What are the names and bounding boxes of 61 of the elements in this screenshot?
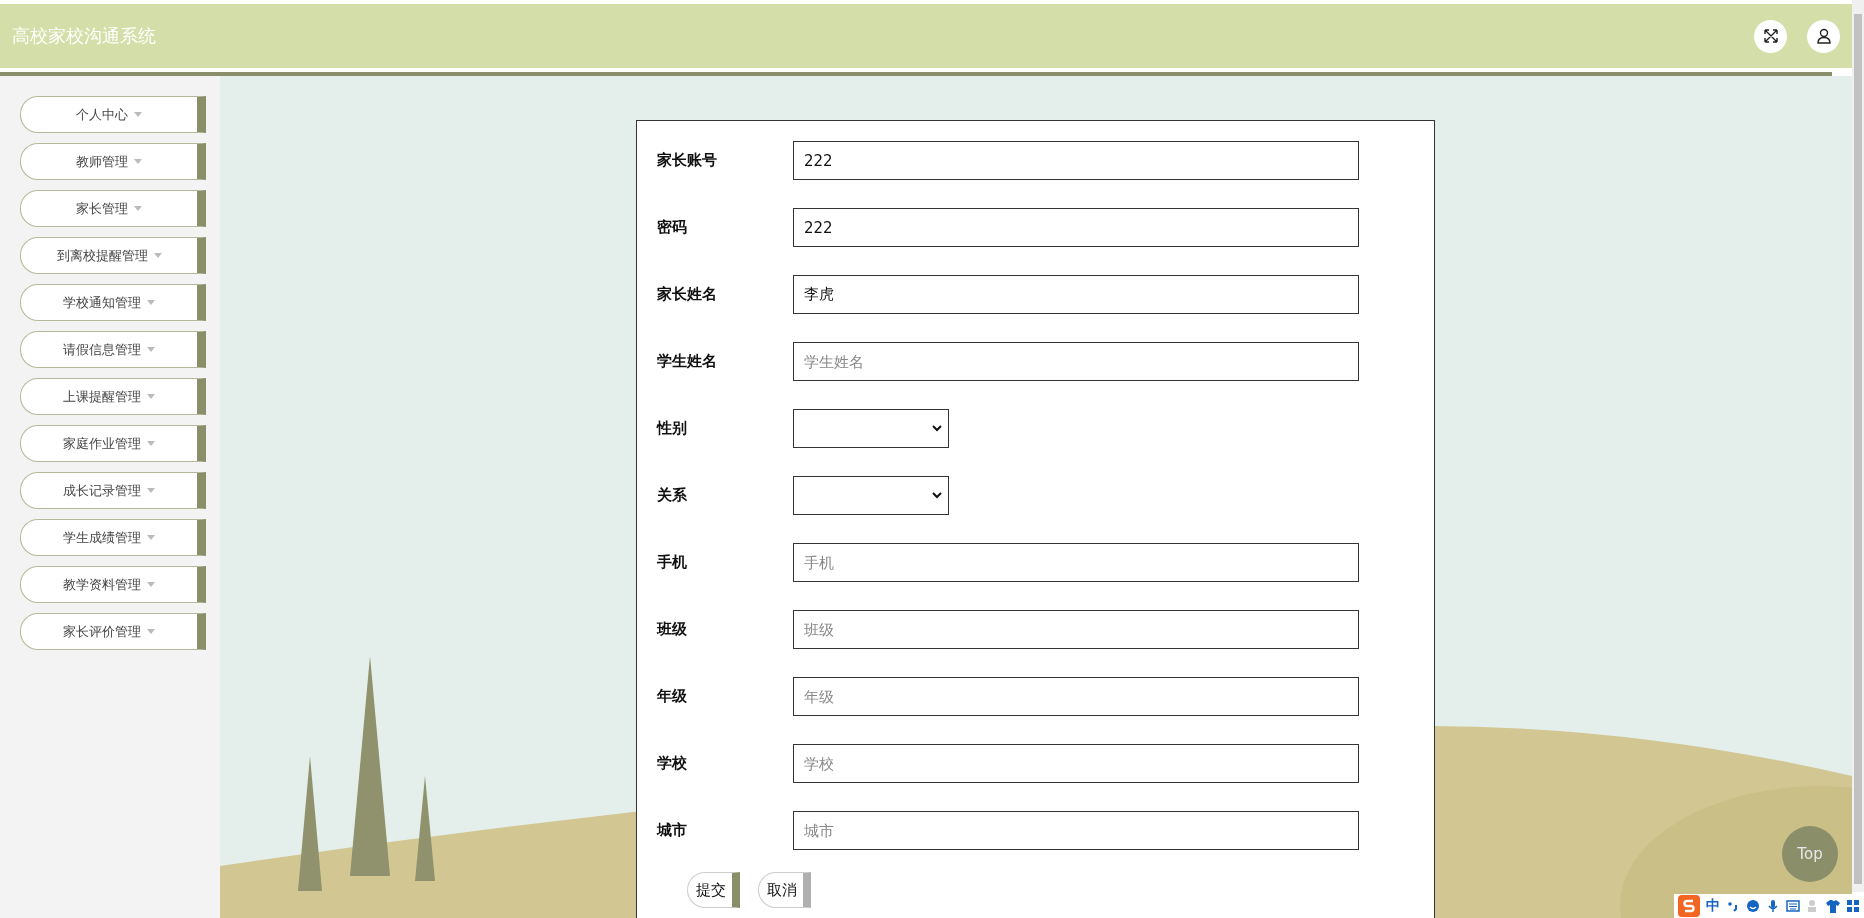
- keyboard-icon[interactable]: [1786, 899, 1800, 913]
- field-label: 关系: [657, 486, 688, 505]
- sidebar-item[interactable]: 家庭作业管理: [20, 425, 206, 462]
- text-input[interactable]: 学校: [793, 744, 1359, 783]
- microphone-icon[interactable]: [1766, 899, 1780, 913]
- sidebar-item[interactable]: 教师管理: [20, 143, 206, 180]
- text-input[interactable]: 222: [793, 141, 1359, 180]
- dropdown-select[interactable]: [793, 476, 949, 515]
- sidebar-item[interactable]: 教学资料管理: [20, 566, 206, 603]
- cancel-button[interactable]: 取消: [758, 872, 811, 908]
- caret-icon: [134, 206, 142, 211]
- sidebar-item[interactable]: 上课提醒管理: [20, 378, 206, 415]
- user-icon[interactable]: [1807, 19, 1840, 53]
- text-input[interactable]: 222: [793, 208, 1359, 247]
- sidebar-item[interactable]: 到离校提醒管理: [20, 237, 206, 274]
- text-input[interactable]: 城市: [793, 811, 1359, 850]
- caret-icon: [134, 159, 142, 164]
- shirt-icon[interactable]: [1826, 899, 1840, 913]
- submit-button[interactable]: 提交: [687, 872, 740, 908]
- field-label: 家长姓名: [657, 285, 718, 304]
- punctuation-icon[interactable]: [1726, 899, 1740, 913]
- sidebar-item[interactable]: 个人中心: [20, 96, 206, 133]
- caret-icon: [147, 347, 155, 352]
- caret-icon: [147, 441, 155, 446]
- text-input[interactable]: 手机: [793, 543, 1359, 582]
- sidebar-item[interactable]: 成长记录管理: [20, 472, 206, 509]
- emoji-icon[interactable]: [1746, 899, 1760, 913]
- field-label: 班级: [657, 620, 688, 639]
- sidebar-item[interactable]: 学生成绩管理: [20, 519, 206, 556]
- caret-icon: [147, 582, 155, 587]
- caret-icon: [134, 112, 142, 117]
- text-input[interactable]: 学生姓名: [793, 342, 1359, 381]
- caret-icon: [153, 253, 162, 258]
- chevron-down-icon: [932, 425, 942, 432]
- caret-icon: [147, 300, 155, 305]
- field-label: 密码: [657, 218, 688, 237]
- caret-icon: [147, 629, 155, 634]
- field-label: 性别: [657, 419, 688, 438]
- sidebar-item[interactable]: 请假信息管理: [20, 331, 206, 368]
- text-input[interactable]: 年级: [793, 677, 1359, 716]
- field-label: 手机: [657, 553, 688, 572]
- caret-icon: [147, 394, 155, 399]
- text-input[interactable]: 班级: [793, 610, 1359, 649]
- grid-icon[interactable]: [1846, 899, 1860, 913]
- text-input[interactable]: 李虎: [793, 275, 1359, 314]
- caret-icon: [147, 488, 155, 493]
- field-label: 年级: [657, 687, 688, 706]
- field-label: 学校: [657, 754, 688, 773]
- fullscreen-icon[interactable]: [1754, 19, 1787, 53]
- sidebar-item[interactable]: 家长评价管理: [20, 613, 206, 650]
- field-label: 学生姓名: [657, 352, 718, 371]
- field-label: 家长账号: [657, 151, 718, 170]
- scrollbar[interactable]: [1852, 0, 1864, 892]
- input-mode-label[interactable]: 中: [1706, 897, 1720, 915]
- chevron-down-icon: [932, 492, 942, 499]
- dropdown-select[interactable]: [793, 409, 949, 448]
- sidebar-item[interactable]: 家长管理: [20, 190, 206, 227]
- sidebar-item[interactable]: 学校通知管理: [20, 284, 206, 321]
- field-label: 城市: [657, 821, 688, 840]
- caret-icon: [147, 535, 155, 540]
- app-title: 高校家校沟通系统: [12, 24, 157, 48]
